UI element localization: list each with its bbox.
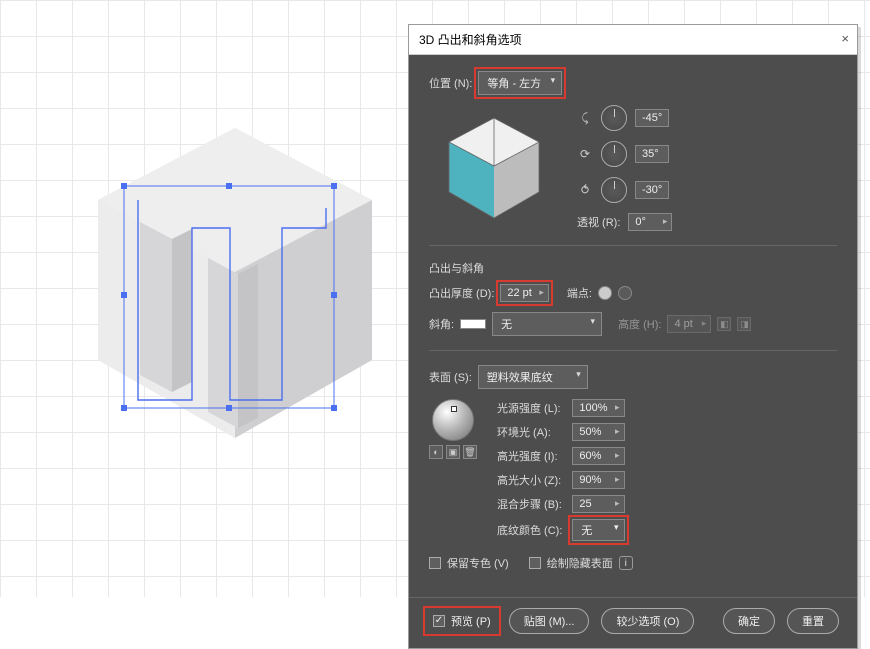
bevel-label: 斜角: [429, 316, 454, 332]
cap-label: 端点: [567, 285, 592, 301]
highlight-intensity-label: 高光强度 (I): [497, 448, 562, 464]
bevel-height-label: 高度 (H): [618, 316, 661, 332]
preserve-spot-label: 保留专色 (V) [447, 555, 509, 571]
reset-button[interactable]: 重置 [787, 608, 839, 634]
highlight-size-label: 高光大小 (Z): [497, 472, 562, 488]
rotation-cube-preview[interactable] [429, 105, 559, 225]
dialog-3d-extrude-bevel: 3D 凸出和斜角选项 × 位置 (N): 等角 - 左方 [408, 24, 858, 649]
axis-z-icon: ⥀ [577, 183, 593, 197]
ambient-light-label: 环境光 (A): [497, 424, 562, 440]
close-icon[interactable]: × [841, 31, 849, 46]
bevel-in-icon[interactable]: ◧ [717, 317, 731, 331]
rotation-z-field[interactable]: -30° [635, 181, 669, 199]
shade-color-dropdown[interactable]: 无 [572, 519, 624, 541]
highlight-size-field[interactable]: 90% [572, 471, 624, 489]
bevel-out-icon[interactable]: ◨ [737, 317, 751, 331]
fewer-options-button[interactable]: 较少选项 (O) [601, 608, 694, 634]
bevel-height-field[interactable]: 4 pt [667, 315, 711, 333]
light-sphere-preview[interactable] [432, 399, 474, 441]
back-light-icon[interactable]: ◐ [429, 445, 443, 459]
cap-on-button[interactable] [598, 286, 612, 300]
light-intensity-field[interactable]: 100% [572, 399, 624, 417]
draw-hidden-checkbox[interactable] [529, 557, 541, 569]
rotation-x-field[interactable]: -45° [635, 109, 669, 127]
axis-y-icon: ⟳ [577, 147, 593, 161]
preview-label: 预览 (P) [451, 613, 491, 629]
highlight-intensity-field[interactable]: 60% [572, 447, 624, 465]
delete-light-icon[interactable]: 🗑 [463, 445, 477, 459]
rotation-z-dial[interactable] [601, 177, 627, 203]
position-label: 位置 (N): [429, 75, 472, 91]
preview-checkbox[interactable] [433, 615, 445, 627]
extrude-section-label: 凸出与斜角 [429, 260, 837, 276]
extrude-depth-field[interactable]: 22 pt [500, 284, 548, 302]
rotation-y-field[interactable]: 35° [635, 145, 669, 163]
surface-dropdown[interactable]: 塑料效果底纹 [478, 365, 588, 389]
bevel-dropdown[interactable]: 无 [492, 312, 602, 336]
map-art-button[interactable]: 贴图 (M)... [509, 608, 590, 634]
light-intensity-label: 光源强度 (L): [497, 400, 562, 416]
preserve-spot-checkbox[interactable] [429, 557, 441, 569]
rotation-x-dial[interactable] [601, 105, 627, 131]
extrude-depth-label: 凸出厚度 (D): [429, 285, 494, 301]
blend-steps-label: 混合步骤 (B): [497, 496, 562, 512]
dialog-title: 3D 凸出和斜角选项 [409, 25, 857, 55]
perspective-label: 透视 (R): [577, 214, 620, 230]
surface-label: 表面 (S): [429, 369, 472, 385]
new-light-icon[interactable]: ▣ [446, 445, 460, 459]
rotation-y-dial[interactable] [601, 141, 627, 167]
ambient-light-field[interactable]: 50% [572, 423, 624, 441]
canvas-3d-shape[interactable] [80, 120, 390, 450]
shade-color-label: 底纹颜色 (C): [497, 522, 562, 538]
draw-hidden-label: 绘制隐藏表面 [547, 555, 613, 571]
preview-group: 预览 (P) [427, 610, 497, 632]
axis-x-icon: ⤹ [577, 111, 593, 126]
info-icon[interactable]: i [619, 556, 633, 570]
ok-button[interactable]: 确定 [723, 608, 775, 634]
cap-off-button[interactable] [618, 286, 632, 300]
position-dropdown[interactable]: 等角 - 左方 [478, 71, 562, 95]
perspective-field[interactable]: 0° [628, 213, 672, 231]
blend-steps-field[interactable]: 25 [572, 495, 624, 513]
bevel-swatch [460, 319, 486, 329]
